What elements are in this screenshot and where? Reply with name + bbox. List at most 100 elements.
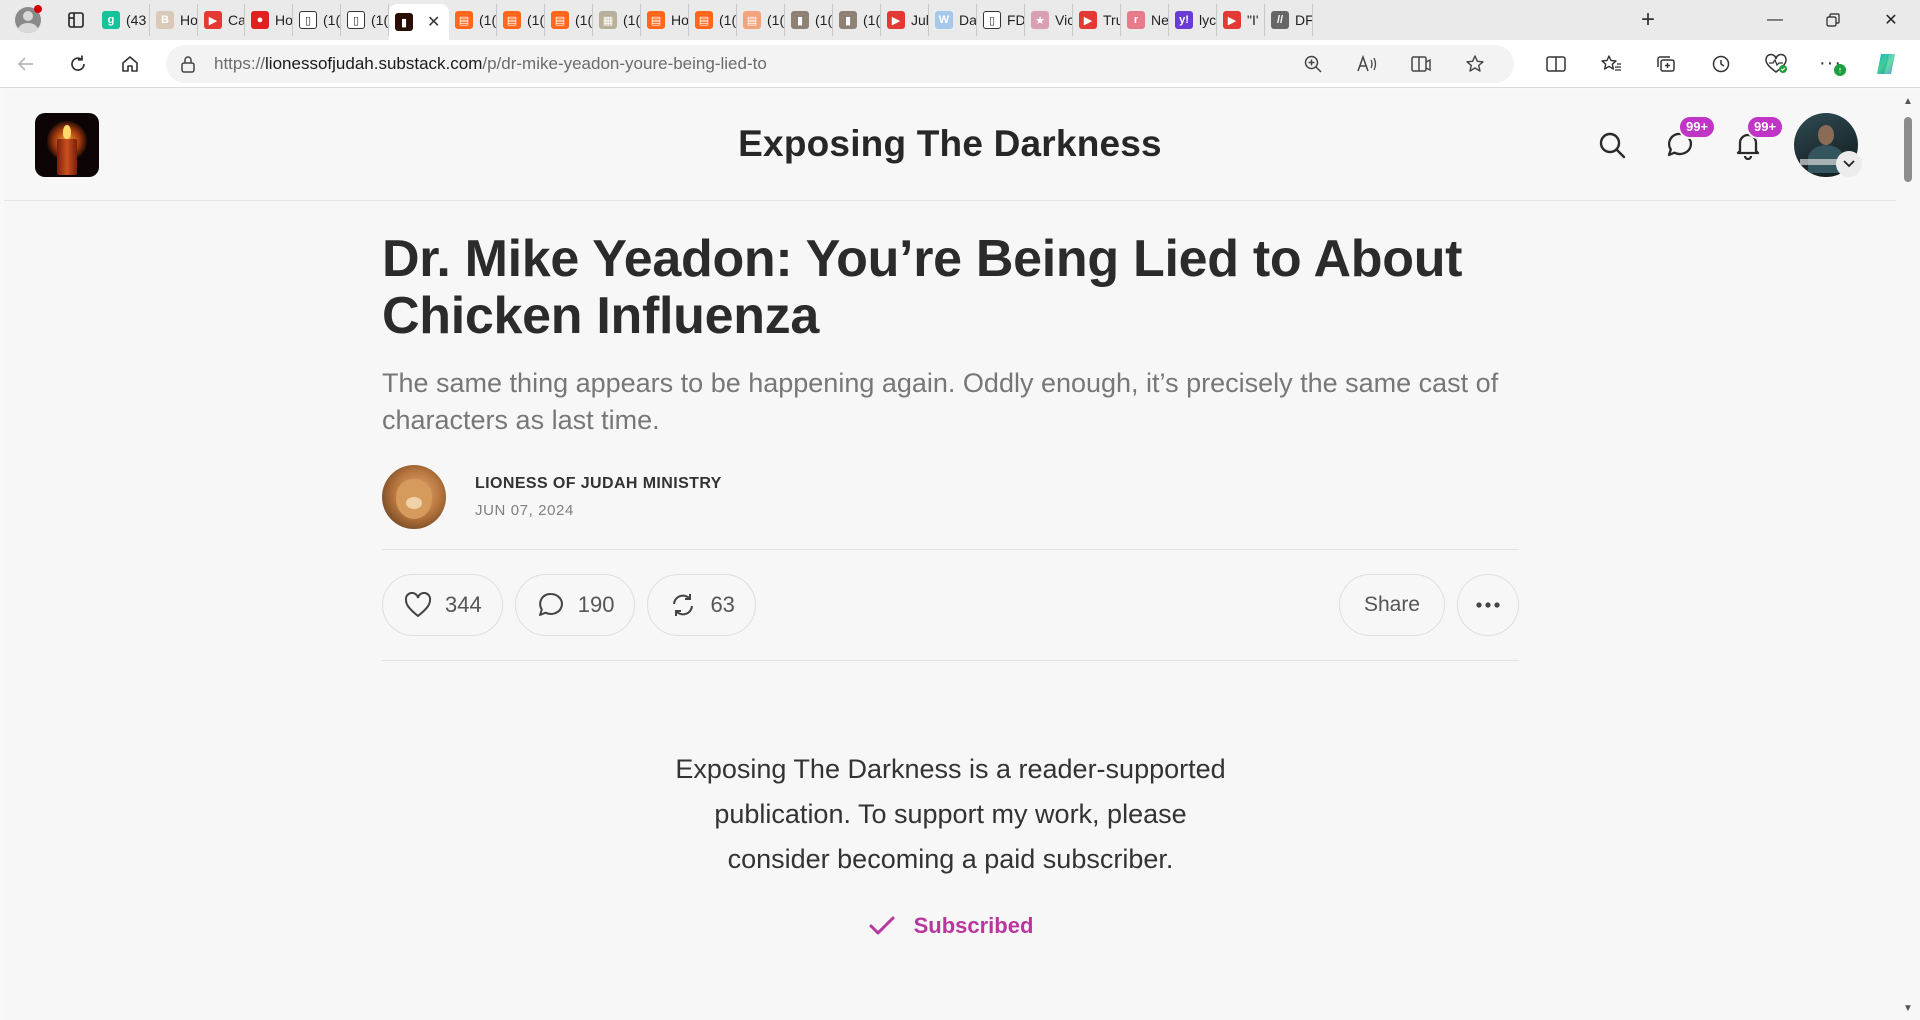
tab-active[interactable]: ▮ ✕: [389, 4, 449, 40]
browser-tab[interactable]: ▶ "I': [1217, 4, 1265, 36]
post-subtitle: The same thing appears to be happening a…: [382, 368, 1499, 435]
restore-button[interactable]: [1804, 0, 1862, 40]
profile-button[interactable]: [0, 0, 56, 40]
browser-tab[interactable]: W Da: [929, 4, 977, 36]
heart-pulse-icon: [1764, 53, 1787, 73]
browser-tab[interactable]: ★ Vic: [1025, 4, 1073, 36]
scroll-thumb[interactable]: [1904, 117, 1912, 182]
new-tab-button[interactable]: +: [1630, 4, 1666, 36]
back-button[interactable]: [0, 44, 52, 84]
youtube-icon: ▶: [204, 11, 222, 29]
browser-tab[interactable]: ▦ (1(: [593, 4, 641, 36]
browser-tab[interactable]: ▶ Ca: [198, 4, 245, 36]
reader-mode-button[interactable]: [1396, 47, 1446, 81]
browser-tab[interactable]: ▯ (1(: [341, 4, 389, 36]
substack-icon: ▤: [503, 11, 521, 29]
image-icon: ▦: [599, 11, 617, 29]
address-bar[interactable]: https://lionessofjudah.substack.com/p/dr…: [166, 44, 1514, 83]
favorite-button[interactable]: [1450, 47, 1500, 81]
page-icon: B: [156, 11, 174, 29]
collections-button[interactable]: [1638, 44, 1693, 84]
browser-tab[interactable]: ▶ Jul: [881, 4, 929, 36]
close-tab-icon[interactable]: ✕: [427, 12, 440, 32]
browser-tab[interactable]: ▮ (1(: [785, 4, 833, 36]
browser-tab[interactable]: y! lyc: [1169, 4, 1217, 36]
tab-list: g (43 B Ho ▶ Ca ● Ho ▯ (1(▯ (1(▮ ✕ ▤ (1(▤ (1(▤ (1(▦ (1(▤…: [96, 0, 1630, 40]
settings-more-button[interactable]: ··· ↑: [1803, 44, 1858, 84]
split-screen-icon: [1545, 55, 1566, 72]
tab-actions-button[interactable]: [56, 0, 96, 40]
comment-button[interactable]: 190: [514, 574, 636, 636]
scroll-up-icon[interactable]: ▲: [1903, 97, 1913, 107]
substack-icon: ▤: [695, 11, 713, 29]
browser-essentials-button[interactable]: [1748, 44, 1803, 84]
like-count: 344: [445, 592, 482, 617]
account-menu-button[interactable]: [1836, 151, 1862, 177]
home-button[interactable]: [104, 44, 156, 84]
history-button[interactable]: [1693, 44, 1748, 84]
tab-actions-icon: [68, 12, 84, 28]
substack-faded-icon: ▤: [743, 11, 761, 29]
youtube-icon: ▶: [887, 11, 905, 29]
browser-tab[interactable]: // DF: [1265, 4, 1313, 36]
browser-tab[interactable]: ▤ (1(: [449, 4, 497, 36]
browser-tab[interactable]: ▮ (1(: [833, 4, 881, 36]
lock-icon[interactable]: [180, 55, 198, 73]
heart-icon: [403, 590, 433, 620]
browser-tab[interactable]: ● Ho: [245, 4, 293, 36]
page-content: Exposing The Darkness 99+ 99+ Dr. Mike Y…: [4, 89, 1896, 1020]
tab-title: Tru: [1103, 12, 1120, 28]
search-button[interactable]: [1578, 113, 1646, 177]
tab-title: FD: [1007, 12, 1025, 28]
subscribe-widget: Exposing The Darkness is a reader-suppor…: [382, 747, 1519, 940]
minimize-button[interactable]: —: [1746, 0, 1804, 40]
browser-tab[interactable]: ▤ Ho: [641, 4, 689, 36]
close-window-button[interactable]: ✕: [1862, 0, 1920, 40]
browser-tab[interactable]: ▤ (1(: [545, 4, 593, 36]
like-button[interactable]: 344: [382, 574, 503, 636]
browser-tab[interactable]: ▯ (1(: [293, 4, 341, 36]
collections-icon: [1656, 55, 1675, 72]
publication-logo[interactable]: [35, 113, 99, 177]
document-icon: ▯: [347, 11, 365, 29]
page-scrollbar[interactable]: ▲ ▼: [1896, 89, 1920, 1020]
browser-tab[interactable]: r Ne: [1121, 4, 1169, 36]
slashes-icon: //: [1271, 11, 1289, 29]
post-actions: 344 190 63 Share: [382, 550, 1519, 660]
comment-count: 190: [577, 592, 615, 617]
read-aloud-button[interactable]: [1342, 47, 1392, 81]
candle-icon: [57, 139, 77, 175]
refresh-button[interactable]: [52, 44, 104, 84]
person-photo-icon: ▮: [839, 11, 857, 29]
browser-tab[interactable]: ▯ FD: [977, 4, 1025, 36]
restack-button[interactable]: 63: [647, 574, 756, 636]
share-button[interactable]: Share: [1338, 574, 1445, 636]
comment-icon: [536, 590, 566, 620]
browser-tab[interactable]: g (43: [96, 4, 150, 36]
tab-title: "I': [1247, 12, 1259, 28]
notifications-button[interactable]: 99+: [1714, 113, 1785, 177]
browser-tab[interactable]: ▶ Tru: [1073, 4, 1121, 36]
tab-title: (1(: [767, 12, 785, 28]
split-screen-button[interactable]: [1528, 44, 1583, 84]
favorites-button[interactable]: [1583, 44, 1638, 84]
author-name[interactable]: LIONESS OF JUDAH MINISTRY: [475, 475, 722, 493]
chat-button[interactable]: 99+: [1646, 113, 1717, 177]
back-arrow-icon: [17, 56, 33, 71]
url-text[interactable]: https://lionessofjudah.substack.com/p/dr…: [214, 54, 1288, 74]
subscribed-status-button[interactable]: Subscribed: [382, 912, 1519, 940]
zoom-button[interactable]: [1288, 47, 1338, 81]
lion-snout: [406, 497, 422, 509]
browser-tab[interactable]: ▤ (1(: [497, 4, 545, 36]
scroll-down-icon[interactable]: ▼: [1903, 1004, 1913, 1014]
browser-tab[interactable]: B Ho: [150, 4, 198, 36]
copilot-icon: [1876, 53, 1895, 74]
browser-tab[interactable]: ▤ (1(: [737, 4, 785, 36]
more-options-button[interactable]: [1457, 574, 1519, 636]
author-avatar[interactable]: [382, 465, 446, 529]
tab-title: lyc: [1199, 12, 1217, 28]
tab-title: Ho: [180, 12, 198, 28]
copilot-button[interactable]: [1858, 44, 1913, 84]
browser-tab[interactable]: ▤ (1(: [689, 4, 737, 36]
checkmark-icon: [868, 912, 896, 940]
